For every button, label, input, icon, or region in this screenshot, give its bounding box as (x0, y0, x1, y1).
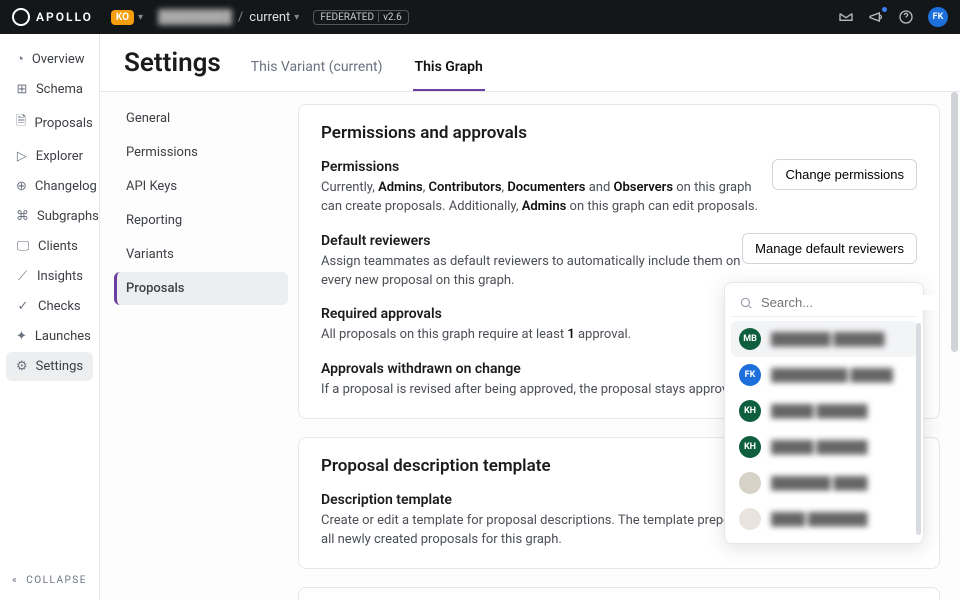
collapse-button[interactable]: «COLLAPSE (0, 561, 99, 600)
user-option[interactable]: ████ ███████ (731, 501, 917, 537)
sidebar-item-clients[interactable]: 🖵Clients (6, 232, 93, 261)
logo-text: APOLLO (36, 10, 93, 24)
notification-dot (881, 6, 888, 13)
sidebar-item-launches[interactable]: ✦Launches (6, 322, 93, 351)
user-option[interactable]: KH█████ ██████ (731, 429, 917, 465)
user-avatar[interactable]: FK (928, 7, 948, 27)
schema-icon: ⊞ (16, 82, 28, 97)
subnav-reporting[interactable]: Reporting (114, 204, 288, 237)
rocket-icon: ✦ (16, 329, 27, 344)
section-text: All proposals on this graph require at l… (321, 326, 761, 345)
subnav-general[interactable]: General (114, 102, 288, 135)
subnav-variants[interactable]: Variants (114, 238, 288, 271)
logo-icon (12, 8, 30, 26)
sidebar-item-overview[interactable]: ◔Overview (6, 44, 93, 74)
section-text: Assign teammates as default reviewers to… (321, 253, 761, 291)
user-option[interactable]: KH█████ ██████ (731, 393, 917, 429)
implementation-card: Proposal implementation (298, 587, 940, 600)
avatar: FK (739, 364, 761, 386)
subnav-apikeys[interactable]: API Keys (114, 170, 288, 203)
sidebar-item-explorer[interactable]: ▷Explorer (6, 142, 93, 171)
subgraph-icon: ⌘ (16, 209, 29, 224)
sidebar-item-changelog[interactable]: ⊕Changelog (6, 172, 93, 201)
avatar: KH (739, 400, 761, 422)
subnav-proposals[interactable]: Proposals (114, 272, 288, 305)
sidebar-item-schema[interactable]: ⊞Schema (6, 75, 93, 104)
tab-graph[interactable]: This Graph (413, 59, 485, 91)
sidebar-item-checks[interactable]: ✓Checks (6, 292, 93, 321)
announcement-icon[interactable] (868, 9, 884, 25)
avatar: KH (739, 436, 761, 458)
document-icon: 🗎 (16, 112, 26, 134)
check-icon: ✓ (16, 299, 30, 314)
page-header: Settings This Variant (current) This Gra… (100, 34, 960, 92)
manage-reviewers-button[interactable]: Manage default reviewers (742, 233, 917, 264)
sidebar: ◔Overview ⊞Schema 🗎Proposals ▷Explorer ⊕… (0, 34, 100, 600)
gauge-icon: ◔ (16, 51, 24, 67)
gear-icon: ⚙ (16, 359, 28, 374)
changelog-icon: ⊕ (16, 179, 27, 194)
play-icon: ▷ (16, 149, 28, 164)
reviewer-search-input[interactable] (761, 295, 937, 310)
avatar (739, 508, 761, 530)
card-title: Permissions and approvals (321, 123, 917, 143)
clients-icon: 🖵 (16, 239, 30, 254)
section-text: If a proposal is revised after being app… (321, 381, 761, 400)
permissions-text: Currently, Admins, Contributors, Documen… (321, 179, 761, 217)
permissions-section: Permissions Currently, Admins, Contribut… (321, 159, 917, 217)
sidebar-item-subgraphs[interactable]: ⌘Subgraphs (6, 202, 93, 231)
breadcrumb-variant[interactable]: current (249, 10, 290, 25)
popover-scrollbar[interactable] (916, 323, 921, 535)
tab-variant[interactable]: This Variant (current) (249, 59, 385, 89)
avatar (739, 472, 761, 494)
settings-subnav: General Permissions API Keys Reporting V… (100, 92, 298, 600)
breadcrumb-separator: / (238, 10, 243, 25)
help-icon[interactable] (898, 9, 914, 25)
scrollbar[interactable] (951, 92, 958, 600)
reviewer-picker-popover: MB███████ ██████ FK█████████ █████ KH███… (724, 282, 924, 544)
collapse-icon: « (12, 575, 18, 586)
sidebar-item-proposals[interactable]: 🗎Proposals (6, 105, 93, 141)
change-permissions-button[interactable]: Change permissions (772, 159, 917, 190)
sidebar-item-insights[interactable]: ⟋Insights (6, 262, 93, 291)
search-icon (739, 296, 753, 310)
insights-icon: ⟋ (16, 269, 29, 284)
breadcrumb-graph[interactable]: ████████ (158, 9, 232, 25)
inbox-icon[interactable] (838, 9, 854, 25)
topbar: APOLLO KO ▾ ████████ / current ▾ FEDERAT… (0, 0, 960, 34)
page-title: Settings (124, 48, 221, 78)
user-option[interactable]: FK█████████ █████ (731, 357, 917, 393)
sidebar-item-settings[interactable]: ⚙Settings (6, 352, 93, 381)
user-option[interactable]: MB███████ ██████ (731, 321, 917, 357)
logo[interactable]: APOLLO (12, 8, 93, 26)
federation-badge: FEDERATEDv2.6 (313, 10, 408, 25)
user-option[interactable]: ███████ ████ (731, 465, 917, 501)
avatar: MB (739, 328, 761, 350)
chevron-down-icon[interactable]: ▾ (294, 12, 299, 23)
chevron-down-icon[interactable]: ▾ (138, 12, 143, 23)
subnav-permissions[interactable]: Permissions (114, 136, 288, 169)
org-badge[interactable]: KO (111, 10, 134, 25)
